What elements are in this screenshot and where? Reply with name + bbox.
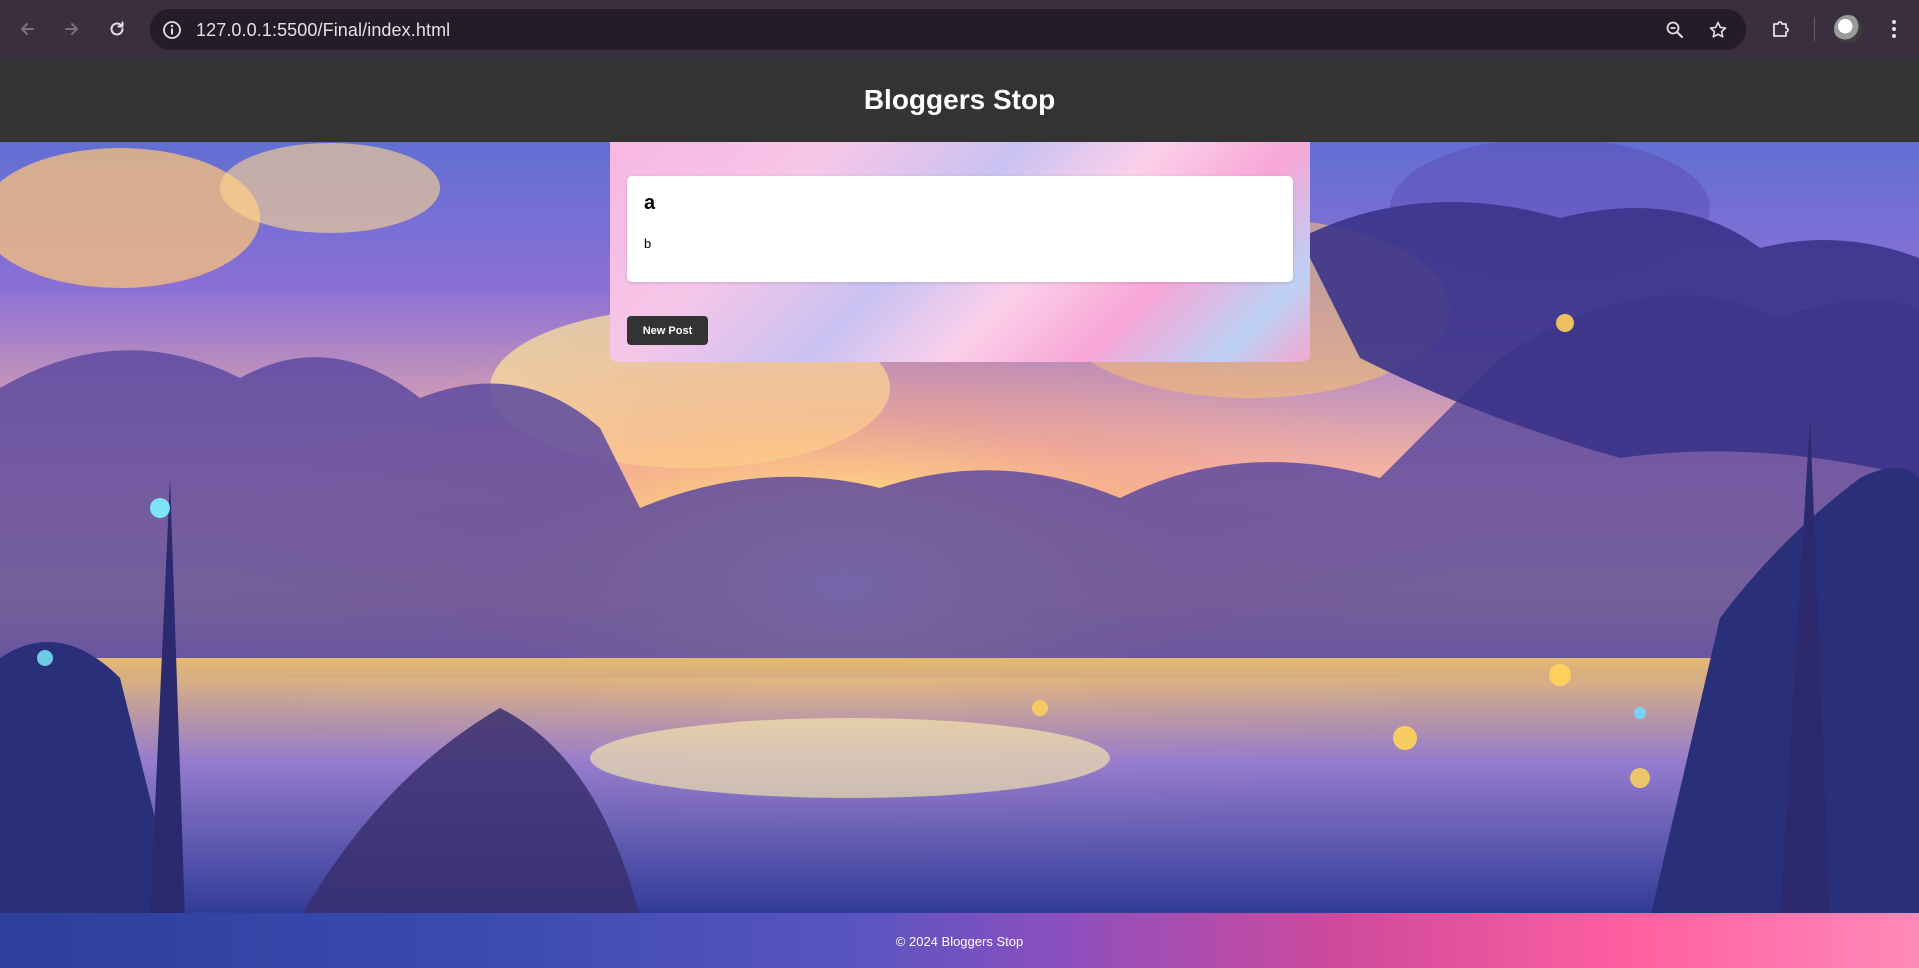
post-card: a b	[627, 176, 1293, 282]
star-icon	[1709, 21, 1727, 38]
forward-button[interactable]	[56, 13, 88, 45]
back-button[interactable]	[11, 13, 43, 45]
reload-icon	[110, 21, 124, 36]
info-icon	[163, 21, 181, 39]
zoom-button[interactable]	[1662, 17, 1688, 43]
reload-button[interactable]	[101, 13, 133, 45]
toolbar-divider	[1814, 17, 1815, 41]
kebab-menu-icon	[1892, 20, 1896, 38]
address-bar[interactable]: 127.0.0.1:5500/Final/index.html	[150, 9, 1746, 50]
zoom-out-icon	[1666, 21, 1683, 38]
web-page: Bloggers Stop a b New Post © 2024 Blogge…	[0, 58, 1919, 968]
arrow-left-icon	[21, 23, 34, 35]
new-post-button[interactable]: New Post	[627, 316, 708, 345]
site-info-button[interactable]	[160, 18, 184, 42]
post-body: b	[644, 236, 652, 251]
site-footer: © 2024 Bloggers Stop	[0, 913, 1919, 968]
browser-menu-button[interactable]	[1880, 15, 1908, 43]
bookmark-button[interactable]	[1705, 17, 1731, 43]
puzzle-icon	[1773, 21, 1789, 37]
post-title: a	[644, 192, 656, 214]
url-text[interactable]: 127.0.0.1:5500/Final/index.html	[196, 20, 450, 41]
arrow-right-icon	[65, 23, 78, 35]
site-header: Bloggers Stop	[0, 58, 1919, 142]
footer-copyright: © 2024 Bloggers Stop	[895, 934, 1024, 949]
avatar[interactable]	[1834, 15, 1862, 43]
browser-toolbar: 127.0.0.1:5500/Final/index.html	[0, 0, 1919, 58]
site-title: Bloggers Stop	[863, 84, 1056, 115]
extensions-button[interactable]	[1767, 15, 1795, 43]
posts-container: a b New Post	[610, 142, 1310, 362]
